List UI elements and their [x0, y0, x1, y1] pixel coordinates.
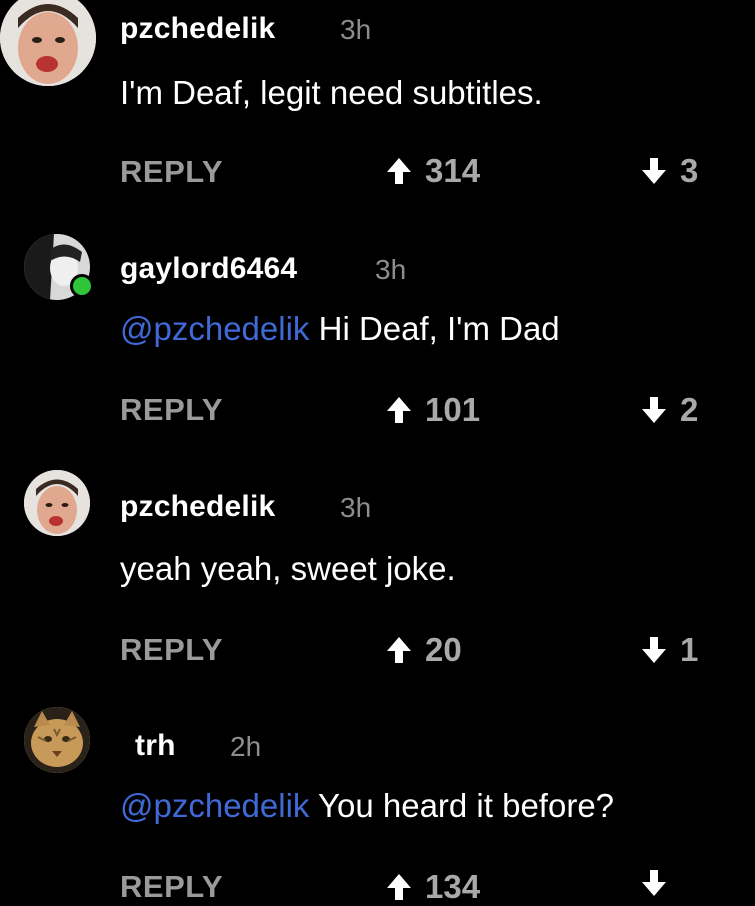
downvote-count: 3 — [680, 152, 699, 189]
upvote-button[interactable]: 101 — [385, 391, 480, 429]
comment-text: @pzchedelik You heard it before? — [120, 787, 614, 825]
reply-button[interactable]: REPLY — [120, 632, 223, 668]
mention-link[interactable]: @pzchedelik — [120, 310, 309, 347]
downvote-count: 2 — [680, 391, 699, 428]
arrow-up-icon — [385, 395, 413, 425]
comment-4: trh 2h @pzchedelik You heard it before? … — [0, 705, 755, 905]
comment-body: You heard it before? — [309, 787, 615, 824]
comment-1: pzchedelik 3h I'm Deaf, legit need subti… — [0, 0, 755, 230]
downvote-button[interactable]: 3 — [640, 152, 698, 190]
username[interactable]: pzchedelik — [120, 490, 275, 524]
arrow-down-icon — [640, 395, 668, 425]
avatar[interactable] — [0, 0, 96, 86]
arrow-up-icon — [385, 635, 413, 665]
comment-body: I'm Deaf, legit need subtitles. — [120, 74, 543, 111]
timestamp: 3h — [375, 254, 407, 285]
downvote-button[interactable]: 2 — [640, 391, 698, 429]
upvote-count: 101 — [425, 391, 481, 428]
upvote-button[interactable]: 20 — [385, 631, 462, 669]
username[interactable]: gaylord6464 — [120, 252, 297, 286]
timestamp: 2h — [230, 731, 262, 762]
reply-button[interactable]: REPLY — [120, 392, 223, 428]
comment-body: Hi Deaf, I'm Dad — [309, 310, 560, 347]
reply-button[interactable]: REPLY — [120, 154, 223, 190]
comment-2: gaylord6464 3h @pzchedelik Hi Deaf, I'm … — [0, 230, 755, 470]
avatar[interactable] — [24, 470, 90, 536]
comment-body: yeah yeah, sweet joke. — [120, 550, 456, 587]
online-status-icon — [70, 274, 94, 298]
mention-link[interactable]: @pzchedelik — [120, 787, 309, 824]
comment-3: pzchedelik 3h yeah yeah, sweet joke. REP… — [0, 470, 755, 705]
username[interactable]: trh — [135, 729, 176, 763]
timestamp: 3h — [340, 492, 372, 523]
downvote-button[interactable]: 1 — [640, 631, 698, 669]
arrow-up-icon — [385, 156, 413, 186]
comment-text: @pzchedelik Hi Deaf, I'm Dad — [120, 310, 560, 348]
timestamp: 3h — [340, 14, 372, 45]
upvote-count: 314 — [425, 152, 481, 189]
upvote-button[interactable]: 314 — [385, 152, 480, 190]
arrow-down-icon — [640, 156, 668, 186]
comment-text: yeah yeah, sweet joke. — [120, 550, 456, 588]
arrow-down-icon — [640, 868, 668, 898]
username[interactable]: pzchedelik — [120, 12, 275, 46]
upvote-button[interactable]: 134 — [385, 868, 480, 906]
upvote-count: 20 — [425, 631, 462, 668]
comment-text: I'm Deaf, legit need subtitles. — [120, 74, 543, 112]
avatar[interactable] — [24, 707, 90, 773]
arrow-up-icon — [385, 872, 413, 902]
arrow-down-icon — [640, 635, 668, 665]
upvote-count: 134 — [425, 868, 481, 905]
downvote-count: 1 — [680, 631, 699, 668]
downvote-button[interactable] — [640, 868, 680, 898]
